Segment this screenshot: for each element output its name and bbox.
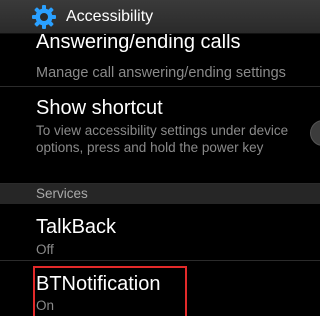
action-bar: Accessibility (0, 0, 320, 34)
answering-ending-calls-title: Answering/ending calls (36, 31, 241, 53)
services-section-header: Services (0, 184, 320, 204)
action-bar-title: Accessibility (66, 7, 154, 25)
answering-ending-calls-item[interactable]: Answering/ending calls Manage call answe… (0, 25, 320, 87)
show-shortcut-summary: To view accessibility settings under dev… (36, 123, 289, 155)
show-shortcut-title: Show shortcut (36, 97, 163, 119)
talkback-item[interactable]: TalkBack Off (0, 204, 320, 261)
show-shortcut-item[interactable]: Show shortcut To view accessibility sett… (0, 87, 320, 184)
talkback-title: TalkBack (36, 216, 117, 238)
settings-screen: Answering/ending calls Manage call answe… (0, 0, 320, 316)
btnotification-highlight-box (33, 266, 187, 316)
gear-icon[interactable] (30, 3, 58, 31)
answering-ending-calls-summary: Manage call answering/ending settings (36, 65, 286, 81)
talkback-status: Off (36, 242, 54, 257)
